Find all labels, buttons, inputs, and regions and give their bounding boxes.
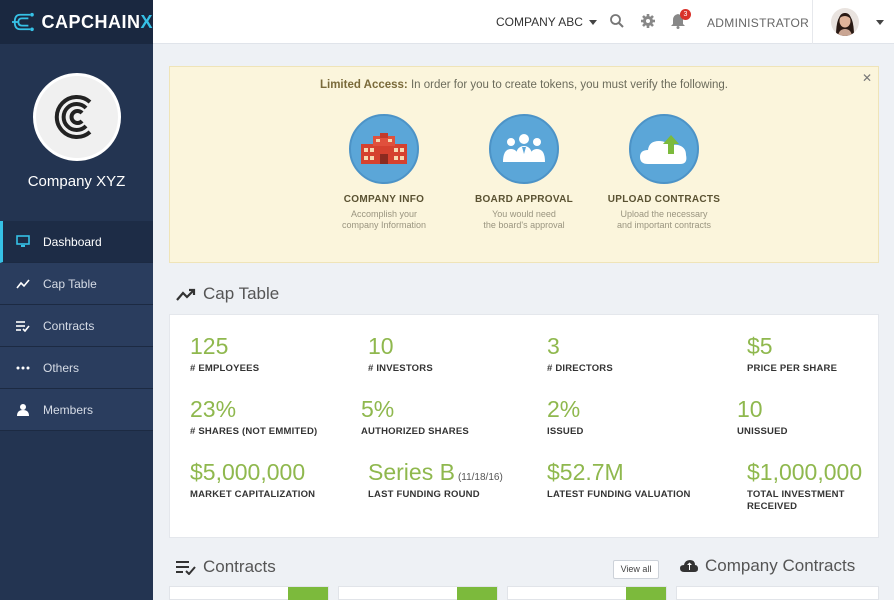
- cloud-upload-icon: [680, 560, 698, 572]
- sidebar-item-label: Others: [43, 360, 80, 375]
- cap-table-heading: Cap Table: [176, 284, 279, 304]
- contracts-title: Contracts: [203, 557, 276, 576]
- step-title: BOARD APPROVAL: [474, 194, 574, 205]
- cloud-upload-icon: [629, 114, 699, 184]
- checklist-icon: [16, 319, 30, 333]
- cap-table-title: Cap Table: [203, 284, 280, 303]
- step-desc: Upload the necessary and important contra…: [616, 209, 712, 230]
- user-icon: [16, 403, 30, 417]
- card-accent: [626, 587, 666, 600]
- sidebar: CAPCHAINX Company XYZ Dashboard Cap Tabl…: [0, 0, 153, 600]
- step-upload-contracts[interactable]: UPLOAD CONTRACTS Upload the necessary and…: [594, 114, 734, 231]
- metric-unissued: 10 UNISSUED: [737, 396, 788, 437]
- card-accent: [457, 587, 497, 600]
- cap-table-panel: 125 # EMPLOYEES 10 # INVESTORS 3 # DIRECTOR…: [169, 314, 879, 538]
- gear-icon[interactable]: [640, 13, 656, 29]
- alert-text: In order for you to create tokens, you m…: [407, 79, 729, 91]
- logo[interactable]: CAPCHAINX: [0, 0, 153, 44]
- topbar: COMPANY ABC 3 ADMINISTRATOR: [153, 0, 894, 44]
- company-selector[interactable]: COMPANY ABC: [496, 15, 597, 29]
- sidebar-item-others[interactable]: Others: [0, 347, 153, 389]
- contract-card[interactable]: [338, 586, 498, 600]
- trend-icon: [176, 288, 196, 301]
- avatar[interactable]: [831, 8, 859, 36]
- view-all-button[interactable]: View all: [613, 560, 659, 579]
- notifications[interactable]: 3: [671, 9, 691, 29]
- chevron-down-icon: [588, 20, 597, 26]
- user-role: ADMINISTRATOR: [707, 16, 810, 30]
- company-selector-label: COMPANY ABC: [496, 15, 583, 29]
- sidebar-item-cap-table[interactable]: Cap Table: [0, 263, 153, 305]
- sidebar-item-label: Dashboard: [43, 234, 102, 249]
- building-icon: [349, 114, 419, 184]
- metric-market-cap: $5,000,000 MARKET CAPITALIZATION: [190, 459, 316, 500]
- metric-shares-not-emitted: 23% # SHARES (NOT EMMITED): [190, 396, 318, 437]
- sidebar-item-label: Cap Table: [43, 276, 97, 291]
- trend-icon: [16, 277, 30, 291]
- company-contracts-heading: Company Contracts: [680, 556, 855, 576]
- metric-price-per-share: $5 PRICE PER SHARE: [747, 333, 838, 374]
- sidebar-item-contracts[interactable]: Contracts: [0, 305, 153, 347]
- company-contracts-title: Company Contracts: [705, 556, 856, 575]
- metric-directors: 3 # DIRECTORS: [547, 333, 613, 374]
- board-people-icon: [489, 114, 559, 184]
- limited-access-alert: Limited Access: In order for you to crea…: [169, 66, 879, 263]
- company-avatar: [33, 73, 121, 161]
- step-desc: Accomplish your company Information: [341, 209, 427, 230]
- alert-lead: Limited Access:: [319, 79, 408, 91]
- step-company-info[interactable]: COMPANY INFO Accomplish your company Info…: [314, 114, 454, 231]
- step-title: COMPANY INFO: [343, 194, 425, 205]
- company-logo-icon: [54, 95, 92, 139]
- dots-icon: [16, 361, 30, 375]
- capchainx-logo-icon: [12, 12, 34, 32]
- sidebar-nav: Dashboard Cap Table Contracts Others Mem…: [0, 221, 153, 431]
- divider: [812, 0, 813, 44]
- metric-employees: 125 # EMPLOYEES: [190, 333, 260, 374]
- brand-name: CAPCHAINX: [41, 11, 153, 32]
- step-board-approval[interactable]: BOARD APPROVAL You would need the board's…: [454, 114, 594, 231]
- contracts-heading: Contracts: [176, 557, 276, 577]
- metric-investors: 10 # INVESTORS: [368, 333, 433, 374]
- sidebar-item-label: Members: [43, 402, 94, 417]
- sidebar-item-dashboard[interactable]: Dashboard: [0, 221, 153, 263]
- contract-card[interactable]: [169, 586, 329, 600]
- company-contract-card[interactable]: [676, 586, 879, 600]
- sidebar-item-members[interactable]: Members: [0, 389, 153, 431]
- user-menu-chevron-icon[interactable]: [876, 20, 884, 25]
- search-icon[interactable]: [609, 13, 625, 29]
- step-title: UPLOAD CONTRACTS: [607, 194, 721, 205]
- alert-message: Limited Access: In order for you to crea…: [170, 79, 878, 91]
- sidebar-item-label: Contracts: [43, 318, 95, 333]
- card-accent: [288, 587, 328, 600]
- step-desc: You would need the board's approval: [483, 209, 565, 230]
- company-name: Company XYZ: [27, 173, 126, 190]
- notification-badge: 3: [680, 9, 691, 20]
- contract-card[interactable]: [507, 586, 667, 600]
- metric-last-funding-round: Series B (11/18/16) LAST FUNDING ROUND: [368, 459, 503, 500]
- close-icon[interactable]: ✕: [862, 71, 872, 85]
- metric-total-investment: $1,000,000 TOTAL INVESTMENT RECEIVED: [747, 459, 863, 512]
- user-photo-icon: [831, 8, 859, 36]
- metric-issued: 2% ISSUED: [547, 396, 584, 437]
- metric-funding-valuation: $52.7M LATEST FUNDING VALUATION: [547, 459, 691, 500]
- monitor-icon: [16, 235, 30, 249]
- checklist-icon: [176, 560, 196, 575]
- metric-authorized-shares: 5% AUTHORIZED SHARES: [361, 396, 469, 437]
